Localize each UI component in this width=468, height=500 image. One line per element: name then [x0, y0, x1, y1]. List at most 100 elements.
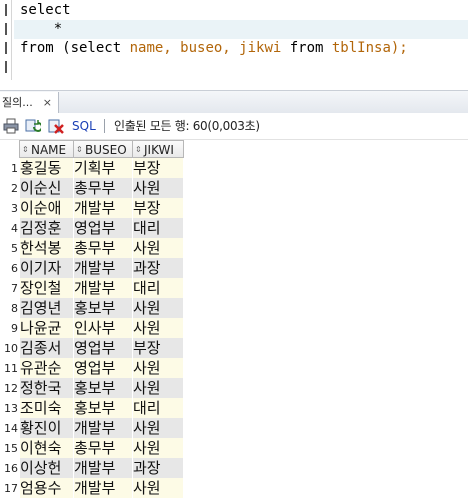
row-number: 10: [4, 342, 18, 355]
row-number: 2: [11, 182, 18, 195]
cell-jikwi[interactable]: 사원: [133, 358, 183, 378]
column-header-jikwi[interactable]: ⇕ JIKWI: [132, 140, 184, 158]
code-line-3[interactable]: from (select name, buseo, jikwi from tbl…: [20, 39, 408, 58]
row-number: 8: [11, 302, 18, 315]
row-number: 7: [11, 282, 18, 295]
cell-jikwi[interactable]: 대리: [133, 398, 183, 418]
row-number: 15: [4, 442, 18, 455]
cell-buseo[interactable]: 인사부: [74, 318, 132, 338]
sort-icon[interactable]: ⇕: [22, 141, 30, 159]
cell-name[interactable]: 김종서: [20, 338, 73, 358]
cancel-query-icon[interactable]: [48, 118, 64, 134]
cell-jikwi[interactable]: 사원: [133, 318, 183, 338]
cell-jikwi[interactable]: 사원: [133, 418, 183, 438]
cell-buseo[interactable]: 개발부: [74, 478, 132, 498]
cell-name[interactable]: 황진이: [20, 418, 73, 438]
line-marker: [5, 61, 7, 73]
keyword-from: from: [289, 40, 324, 56]
cell-jikwi[interactable]: 부장: [133, 158, 183, 178]
column-header-label: BUSEO: [85, 143, 127, 157]
line-marker: [5, 4, 7, 16]
tab-query-result[interactable]: 질의... ×: [0, 92, 59, 113]
cell-name[interactable]: 나윤균: [20, 318, 73, 338]
cell-buseo[interactable]: 영업부: [74, 358, 132, 378]
results-tab-strip: 질의... ×: [0, 90, 468, 114]
line-marker: [5, 42, 7, 54]
column-header-buseo[interactable]: ⇕ BUSEO: [73, 140, 133, 158]
cell-name[interactable]: 홍길동: [20, 158, 73, 178]
cell-buseo[interactable]: 개발부: [74, 278, 132, 298]
cell-buseo[interactable]: 영업부: [74, 218, 132, 238]
cell-jikwi[interactable]: 과장: [133, 258, 183, 278]
row-number: 14: [4, 422, 18, 435]
cell-jikwi[interactable]: 사원: [133, 298, 183, 318]
cell-buseo[interactable]: 총무부: [74, 178, 132, 198]
cell-buseo[interactable]: 총무부: [74, 238, 132, 258]
editor-gutter: [0, 0, 12, 80]
fetch-status: 인출된 모든 행: 60(0,003초): [114, 119, 260, 133]
sql-link[interactable]: SQL: [72, 118, 96, 134]
cell-buseo[interactable]: 개발부: [74, 198, 132, 218]
cell-name[interactable]: 유관순: [20, 358, 73, 378]
tab-label: 질의...: [2, 96, 33, 109]
cell-name[interactable]: 장인철: [20, 278, 73, 298]
cell-jikwi[interactable]: 부장: [133, 338, 183, 358]
print-icon[interactable]: [3, 118, 19, 134]
cell-name[interactable]: 한석봉: [20, 238, 73, 258]
sort-icon[interactable]: ⇕: [135, 141, 143, 159]
cell-buseo[interactable]: 홍보부: [74, 298, 132, 318]
cell-buseo[interactable]: 총무부: [74, 438, 132, 458]
cell-name[interactable]: 이순신: [20, 178, 73, 198]
cell-jikwi[interactable]: 사원: [133, 178, 183, 198]
cell-jikwi[interactable]: 대리: [133, 218, 183, 238]
code-line-2[interactable]: *: [14, 20, 468, 39]
column-list: name, buseo, jikwi: [121, 40, 290, 56]
cell-name[interactable]: 조미숙: [20, 398, 73, 418]
cell-name[interactable]: 김정훈: [20, 218, 73, 238]
line-marker: [5, 23, 7, 35]
cell-name[interactable]: 정한국: [20, 378, 73, 398]
refresh-icon[interactable]: [25, 118, 41, 134]
row-number: 5: [11, 242, 18, 255]
gutter-separator: [11, 0, 12, 80]
cell-buseo[interactable]: 영업부: [74, 338, 132, 358]
cell-jikwi[interactable]: 부장: [133, 198, 183, 218]
cell-name[interactable]: 김영년: [20, 298, 73, 318]
sql-editor[interactable]: select * from (select name, buseo, jikwi…: [0, 0, 468, 80]
cell-jikwi[interactable]: 사원: [133, 438, 183, 458]
row-number: 11: [4, 362, 18, 375]
column-header-name[interactable]: ⇕ NAME: [19, 140, 74, 158]
column-header-label: JIKWI: [144, 143, 174, 157]
row-number: 6: [11, 262, 18, 275]
cell-buseo[interactable]: 개발부: [74, 458, 132, 478]
results-toolbar: SQL 인출된 모든 행: 60(0,003초): [0, 113, 468, 140]
column-header-label: NAME: [31, 143, 67, 157]
code-line-1[interactable]: select: [20, 1, 71, 20]
cell-buseo[interactable]: 개발부: [74, 258, 132, 278]
cell-jikwi[interactable]: 사원: [133, 378, 183, 398]
row-number: 1: [11, 162, 18, 175]
cell-name[interactable]: 이기자: [20, 258, 73, 278]
code-text: (: [53, 40, 71, 56]
cell-buseo[interactable]: 홍보부: [74, 398, 132, 418]
row-number: 12: [4, 382, 18, 395]
toolbar-separator: [104, 119, 105, 133]
cell-buseo[interactable]: 개발부: [74, 418, 132, 438]
cell-jikwi[interactable]: 과장: [133, 458, 183, 478]
cell-buseo[interactable]: 홍보부: [74, 378, 132, 398]
close-icon[interactable]: ×: [43, 96, 52, 109]
row-number: 17: [4, 482, 18, 495]
sort-icon[interactable]: ⇕: [76, 141, 84, 159]
cell-jikwi[interactable]: 대리: [133, 278, 183, 298]
row-number: 4: [11, 222, 18, 235]
cell-buseo[interactable]: 기획부: [74, 158, 132, 178]
cell-name[interactable]: 엄용수: [20, 478, 73, 498]
cell-name[interactable]: 이순애: [20, 198, 73, 218]
row-number: 9: [11, 322, 18, 335]
cell-name[interactable]: 이상헌: [20, 458, 73, 478]
keyword-from: from: [20, 40, 54, 56]
cell-name[interactable]: 이현숙: [20, 438, 73, 458]
cell-jikwi[interactable]: 사원: [133, 238, 183, 258]
row-number: 16: [4, 462, 18, 475]
cell-jikwi[interactable]: 사원: [133, 478, 183, 498]
